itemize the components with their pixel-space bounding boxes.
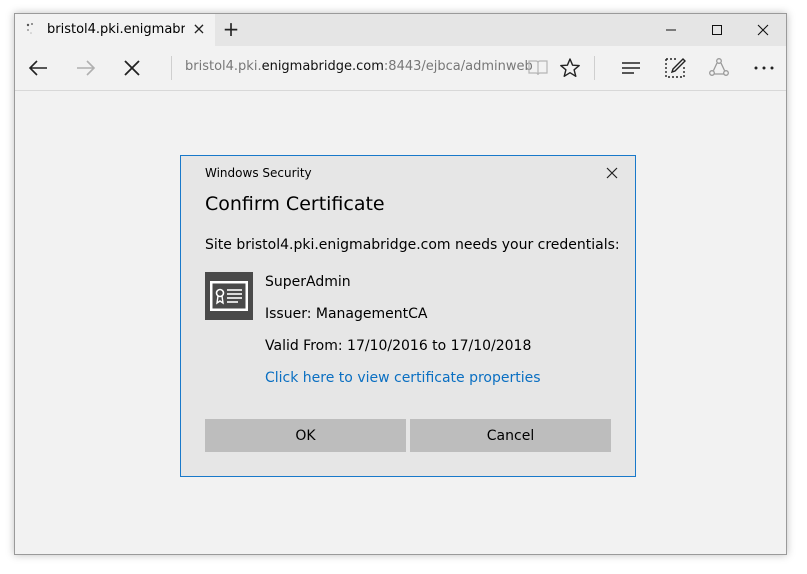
forward-button[interactable] [70, 52, 102, 84]
back-button[interactable] [22, 52, 54, 84]
title-bar: bristol4.pki.enigmabridge.com × + [15, 14, 786, 46]
certificate-icon [205, 272, 253, 320]
reading-view-button[interactable] [522, 52, 554, 84]
browser-tab[interactable]: bristol4.pki.enigmabridge.com × [15, 14, 215, 46]
hub-button[interactable] [615, 52, 647, 84]
dialog-message: Site bristol4.pki.enigmabridge.com needs… [205, 237, 620, 253]
hub-icon [622, 62, 640, 74]
cancel-button[interactable]: Cancel [410, 419, 611, 452]
tab-close-icon[interactable]: × [191, 21, 207, 37]
reading-view-icon [528, 60, 548, 76]
close-window-icon [757, 24, 769, 36]
maximize-icon [712, 25, 722, 35]
dialog-close-button[interactable] [603, 164, 621, 182]
tab-title: bristol4.pki.enigmabridge.com [47, 22, 185, 37]
dialog-caption: Windows Security [205, 166, 312, 180]
minimize-button[interactable] [648, 14, 694, 46]
certificate-issuer: Issuer: ManagementCA [265, 306, 428, 322]
certificate-validity: Valid From: 17/10/2016 to 17/10/2018 [265, 338, 532, 354]
certificate-name: SuperAdmin [265, 274, 351, 290]
close-window-button[interactable] [740, 14, 786, 46]
toolbar-separator [594, 56, 595, 80]
more-button[interactable] [748, 52, 780, 84]
dialog-heading: Confirm Certificate [205, 193, 385, 215]
ok-button[interactable]: OK [205, 419, 406, 452]
favorite-button[interactable] [554, 52, 586, 84]
address-prefix: bristol4.pki. [185, 59, 262, 74]
back-icon [28, 60, 47, 76]
forward-icon [77, 60, 96, 76]
close-icon [606, 167, 618, 179]
maximize-button[interactable] [694, 14, 740, 46]
view-certificate-properties-link[interactable]: Click here to view certificate propertie… [265, 370, 541, 386]
address-host: enigmabridge.com [261, 59, 384, 74]
favorite-star-icon [560, 58, 580, 77]
loading-spinner-icon [26, 23, 33, 34]
new-tab-button[interactable]: + [221, 19, 241, 39]
more-icon [754, 66, 774, 70]
share-icon [709, 58, 729, 76]
web-note-button[interactable] [659, 52, 691, 84]
minimize-icon [666, 29, 676, 31]
address-bar[interactable]: bristol4.pki.enigmabridge.com:8443/ejbca… [185, 59, 533, 74]
navigation-toolbar: bristol4.pki.enigmabridge.com:8443/ejbca… [15, 46, 786, 91]
address-suffix: :8443/ejbca/adminweb [383, 59, 533, 74]
address-separator [171, 56, 172, 80]
share-button[interactable] [703, 52, 735, 84]
stop-icon [124, 60, 140, 76]
stop-button[interactable] [116, 52, 148, 84]
web-note-icon [665, 58, 686, 78]
browser-window: bristol4.pki.enigmabridge.com × + bristo… [14, 13, 787, 555]
confirm-certificate-dialog: Windows Security Confirm Certificate Sit… [180, 155, 636, 477]
